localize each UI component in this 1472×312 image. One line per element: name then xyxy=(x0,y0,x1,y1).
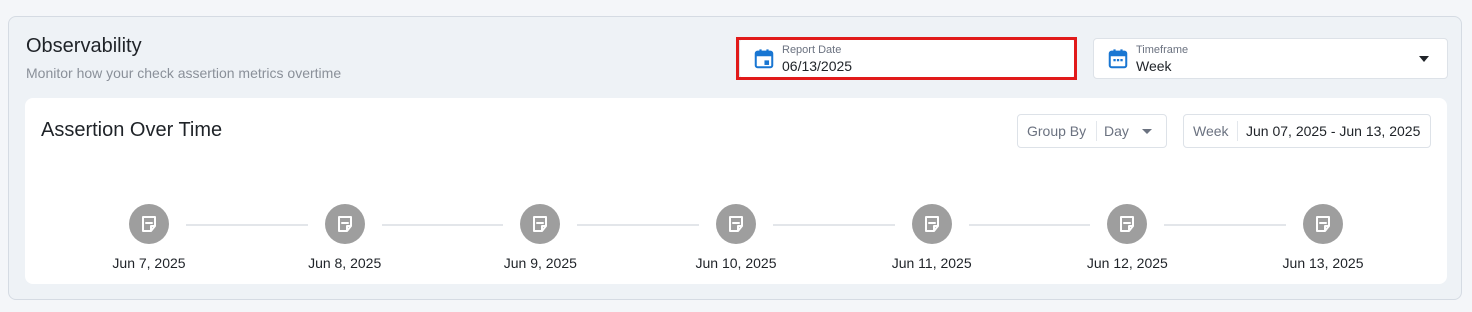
report-date-field[interactable]: Report Date 06/13/2025 xyxy=(739,38,1075,79)
timeline-date-label: Jun 9, 2025 xyxy=(503,255,577,271)
timeline-date-label: Jun 10, 2025 xyxy=(695,255,777,271)
timeline-node[interactable] xyxy=(911,204,952,244)
page-subtitle: Monitor how your check assertion metrics… xyxy=(26,65,342,81)
timeline-connector xyxy=(381,224,504,226)
note-icon xyxy=(729,216,743,232)
note-icon xyxy=(142,216,156,232)
assertion-timeline: Jun 7, 2025 Jun 8, 2025 Jun 9, 2025 Jun 10,… xyxy=(25,98,1447,284)
timeline-node[interactable] xyxy=(129,204,169,244)
timeline-date-label: Jun 12, 2025 xyxy=(1086,255,1168,271)
timeframe-label: Timeframe xyxy=(1136,44,1189,56)
timeline-node[interactable] xyxy=(1303,204,1344,244)
calendar-icon xyxy=(754,49,774,69)
timeline-connector xyxy=(577,224,699,226)
timeline-date-label: Jun 11, 2025 xyxy=(891,255,972,271)
note-icon xyxy=(1120,216,1135,232)
timeline-date-label: Jun 7, 2025 xyxy=(112,255,186,271)
chevron-down-icon[interactable] xyxy=(1419,56,1429,62)
timeline-connector xyxy=(968,224,1091,226)
timeline-node[interactable] xyxy=(324,204,365,244)
report-date-label: Report Date xyxy=(782,44,842,56)
note-icon xyxy=(533,216,548,232)
assertion-over-time-card: Assertion Over Time Group By Day Week Ju… xyxy=(25,98,1447,284)
timeline-date-label: Jun 8, 2025 xyxy=(308,255,382,271)
timeline-date-label: Jun 13, 2025 xyxy=(1282,255,1364,271)
note-icon xyxy=(924,216,939,232)
timeline-connector xyxy=(773,224,895,226)
timeframe-select[interactable]: Timeframe Week xyxy=(1093,38,1448,79)
note-icon xyxy=(337,216,352,232)
timeline-node[interactable] xyxy=(1107,204,1148,244)
page-title: Observability xyxy=(26,35,142,57)
note-icon xyxy=(1316,216,1331,232)
calendar-icon xyxy=(1108,49,1128,69)
timeline-connector xyxy=(1164,224,1286,226)
report-date-value[interactable]: 06/13/2025 xyxy=(782,58,852,74)
timeframe-value: Week xyxy=(1136,58,1172,74)
timeline-node[interactable] xyxy=(520,204,561,244)
timeline-connector xyxy=(186,224,308,226)
observability-panel: Observability Monitor how your check ass… xyxy=(8,16,1462,300)
timeline-node[interactable] xyxy=(716,204,756,244)
